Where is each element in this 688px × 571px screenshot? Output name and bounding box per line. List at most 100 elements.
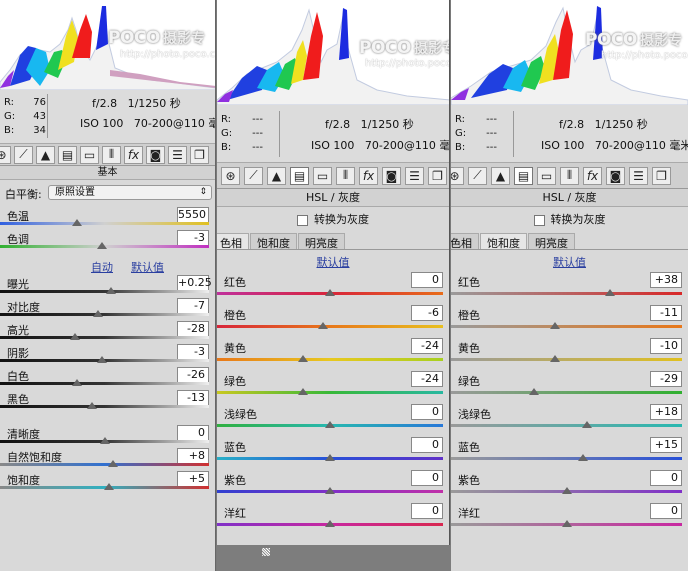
slider-track[interactable]: [0, 382, 209, 385]
slider-value-field[interactable]: -26: [177, 367, 209, 383]
detail-icon[interactable]: ▲: [267, 166, 286, 185]
grayscale-toggle[interactable]: 转换为灰度: [451, 207, 688, 233]
fx-icon[interactable]: fx: [583, 166, 602, 185]
detail-icon[interactable]: ▲: [491, 166, 510, 185]
slider-track[interactable]: [217, 325, 443, 328]
grayscale-checkbox[interactable]: [297, 214, 308, 226]
slider-value-field[interactable]: -24: [411, 338, 443, 354]
slider-thumb[interactable]: [582, 421, 593, 428]
split-tone-icon[interactable]: ▭: [80, 145, 99, 164]
slider-value-field[interactable]: +5: [177, 471, 209, 487]
white-balance-select[interactable]: 原照设置 ⇕: [48, 185, 212, 200]
slider-track[interactable]: [0, 463, 209, 466]
lens-icon[interactable]: ⦀: [336, 166, 355, 185]
slider-thumb[interactable]: [72, 379, 83, 386]
slider-thumb[interactable]: [325, 520, 335, 527]
grayscale-toggle[interactable]: 转换为灰度: [217, 207, 449, 233]
slider-track[interactable]: [451, 424, 682, 427]
slider-value-field[interactable]: 0: [411, 404, 443, 420]
tab-luminance[interactable]: 明亮度: [298, 233, 345, 250]
slider-thumb[interactable]: [97, 356, 108, 363]
aperture-icon[interactable]: ⊛: [0, 145, 11, 164]
slider-track[interactable]: [217, 391, 443, 394]
slider-thumb[interactable]: [549, 355, 560, 362]
tone-curve-icon[interactable]: ⟋: [468, 166, 487, 185]
presets-icon[interactable]: ❐: [652, 166, 671, 185]
fx-icon[interactable]: fx: [359, 166, 378, 185]
presets-icon[interactable]: ❐: [428, 166, 447, 185]
slider-thumb[interactable]: [297, 388, 308, 395]
slider-thumb[interactable]: [529, 388, 540, 395]
slider-track[interactable]: [451, 292, 682, 295]
slider-thumb[interactable]: [561, 487, 572, 494]
presets-icon[interactable]: ❐: [190, 145, 209, 164]
slider-track[interactable]: [0, 336, 209, 339]
lens-icon[interactable]: ⦀: [102, 145, 121, 164]
slider-value-field[interactable]: -13: [177, 390, 209, 406]
aperture-icon[interactable]: ⊛: [221, 166, 240, 185]
slider-thumb[interactable]: [93, 310, 104, 317]
slider-track[interactable]: [451, 358, 682, 361]
sliders-icon[interactable]: ☰: [405, 166, 424, 185]
slider-value-field[interactable]: 0: [650, 470, 682, 486]
tone-curve-icon[interactable]: ⟋: [14, 145, 33, 164]
slider-thumb[interactable]: [318, 322, 329, 329]
slider-value-field[interactable]: -6: [411, 305, 443, 321]
slider-thumb[interactable]: [72, 219, 83, 226]
slider-thumb[interactable]: [86, 402, 97, 409]
default-link[interactable]: 默认值: [317, 256, 350, 269]
slider-value-field[interactable]: -29: [650, 371, 682, 387]
slider-value-field[interactable]: 0: [177, 425, 209, 441]
slider-value-field[interactable]: 0: [411, 272, 443, 288]
default-link[interactable]: 默认值: [553, 256, 586, 269]
hsl-icon[interactable]: ▤: [290, 166, 309, 185]
slider-thumb[interactable]: [70, 333, 81, 340]
slider-thumb[interactable]: [605, 289, 616, 296]
slider-value-field[interactable]: -28: [177, 321, 209, 337]
tab-hue[interactable]: 色相: [217, 233, 249, 250]
slider-track[interactable]: [451, 457, 682, 460]
slider-thumb[interactable]: [107, 460, 118, 467]
tone-curve-icon[interactable]: ⟋: [244, 166, 263, 185]
slider-value-field[interactable]: -3: [177, 230, 209, 246]
slider-track[interactable]: [451, 325, 682, 328]
slider-track[interactable]: [0, 222, 209, 225]
slider-track[interactable]: [451, 391, 682, 394]
slider-thumb[interactable]: [325, 487, 335, 494]
slider-value-field[interactable]: 0: [411, 437, 443, 453]
slider-thumb[interactable]: [325, 289, 335, 296]
grayscale-checkbox[interactable]: [533, 214, 545, 226]
lens-icon[interactable]: ⦀: [560, 166, 579, 185]
slider-thumb[interactable]: [99, 437, 110, 444]
slider-thumb[interactable]: [577, 454, 588, 461]
split-tone-icon[interactable]: ▭: [313, 166, 332, 185]
slider-thumb[interactable]: [103, 483, 114, 490]
slider-track[interactable]: [0, 405, 209, 408]
tab-hue[interactable]: 色相: [451, 233, 479, 250]
fx-icon[interactable]: fx: [124, 145, 143, 164]
default-link[interactable]: 默认值: [131, 261, 164, 274]
tab-saturation[interactable]: 饱和度: [480, 233, 527, 250]
camera-icon[interactable]: ◙: [146, 145, 165, 164]
hsl-icon[interactable]: ▤: [514, 166, 533, 185]
slider-value-field[interactable]: +8: [177, 448, 209, 464]
detail-icon[interactable]: ▲: [36, 145, 55, 164]
slider-thumb[interactable]: [325, 421, 335, 428]
slider-thumb[interactable]: [549, 322, 560, 329]
slider-value-field[interactable]: 0: [650, 503, 682, 519]
sliders-icon[interactable]: ☰: [168, 145, 187, 164]
slider-thumb[interactable]: [561, 520, 572, 527]
slider-value-field[interactable]: +0.25: [177, 275, 212, 291]
slider-value-field[interactable]: +15: [650, 437, 682, 453]
auto-link[interactable]: 自动: [91, 261, 113, 274]
slider-thumb[interactable]: [97, 242, 108, 249]
slider-value-field[interactable]: +18: [650, 404, 682, 420]
slider-thumb[interactable]: [325, 454, 335, 461]
camera-icon[interactable]: ◙: [606, 166, 625, 185]
slider-value-field[interactable]: -10: [650, 338, 682, 354]
slider-track[interactable]: [0, 313, 209, 316]
aperture-icon[interactable]: ⊛: [451, 166, 464, 185]
slider-value-field[interactable]: 5550: [177, 207, 209, 223]
slider-value-field[interactable]: -11: [650, 305, 682, 321]
slider-thumb[interactable]: [105, 287, 116, 294]
